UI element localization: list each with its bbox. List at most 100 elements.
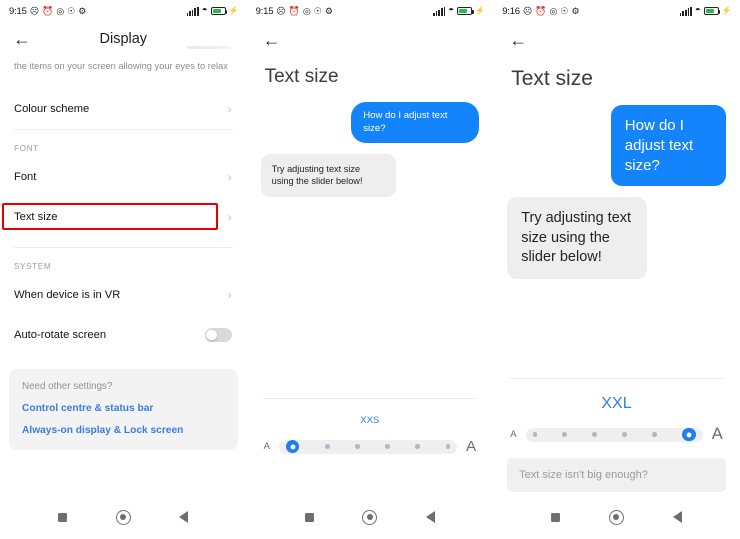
slider-step-1[interactable] [562,432,568,437]
charging-bolt-icon: ⚡ [475,6,486,15]
shield-icon: ☉ [67,5,76,16]
text-size-slider[interactable] [278,439,458,454]
display-description: the items on your screen allowing your e… [14,61,228,71]
text-size-slider-area: XXS A A [247,398,494,455]
sidebar-item-text-size[interactable]: Text size › [0,197,247,237]
sidebar-item-auto-rotate-screen[interactable]: Auto-rotate screen [0,315,247,355]
home-circle-icon[interactable] [608,509,624,525]
status-bar: 9:15 ☹ ⏰ ◎ ☉ ⚙ ◓ ⚡ [247,0,494,22]
link-control-centre-status-bar[interactable]: Control centre & status bar [22,403,225,414]
small-a-icon: A [510,429,517,440]
message-row-received: Try adjusting text size using the slider… [507,197,726,279]
message-preview: How do I adjust text size? Try adjusting… [493,105,740,279]
back-arrow-icon[interactable]: ← [509,31,529,49]
message-bubble-received: Try adjusting text size using the slider… [507,197,648,279]
slider-step-2[interactable] [592,432,597,437]
status-bar-left: 9:16 ☹ ⏰ ◎ ☉ ⚙ [502,6,579,17]
text-size-slider[interactable] [525,427,703,442]
status-bar-right: ◓ ⚡ [679,5,732,16]
headset-icon: ◎ [549,5,558,16]
slider-step-0[interactable] [532,432,538,437]
chevron-right-icon: › [227,288,232,303]
screenshot-series: 9:15 ☹ ⏰ ◎ ☉ ⚙ ◓ ⚡ ← Display the items o… [0,0,740,539]
section-header-font: FONT [14,144,39,154]
back-triangle-icon[interactable] [179,511,189,523]
auto-rotate-toggle[interactable] [204,328,232,342]
page-title: Display [99,31,148,47]
shield-icon: ☉ [313,5,322,16]
need-other-settings-card: Need other settings? Control centre & st… [9,369,238,451]
wifi-icon: ◓ [201,5,208,16]
alarm-icon: ⏰ [42,5,54,16]
charging-bolt-icon: ⚡ [228,6,239,15]
text-size-value-label: XXL [601,395,632,412]
slider-step-1[interactable] [324,444,330,449]
charging-bolt-icon: ⚡ [721,6,732,15]
gear-icon: ⚙ [324,5,333,16]
sidebar-item-colour-scheme[interactable]: Colour scheme › [0,89,247,129]
large-a-icon: A [466,438,477,455]
message-row-sent: How do I adjust text size? [261,102,480,144]
recents-square-icon[interactable] [551,512,561,522]
sidebar-item-when-device-in-vr[interactable]: When device is in VR › [0,275,247,315]
slider-step-5[interactable] [682,427,696,442]
card-question: Need other settings? [22,381,113,393]
chevron-right-icon: › [227,102,232,117]
navigation-bar [247,495,494,539]
recents-square-icon[interactable] [58,512,68,522]
panel-text-size-xxs: 9:15 ☹ ⏰ ◎ ☉ ⚙ ◓ ⚡ ← Text size How do I … [246,0,494,539]
signal-icon [433,6,446,16]
status-bar-left: 9:15 ☹ ⏰ ◎ ☉ ⚙ [256,6,333,17]
slider-step-0[interactable] [285,439,300,454]
back-arrow-icon[interactable]: ← [263,31,283,49]
back-triangle-icon[interactable] [672,511,682,523]
text-size-header: ← [493,22,740,58]
status-bar: 9:15 ☹ ⏰ ◎ ☉ ⚙ ◓ ⚡ [0,0,247,22]
gear-icon: ⚙ [78,5,87,16]
row-label: Text size [14,211,58,224]
back-arrow-icon[interactable]: ← [13,30,33,48]
slider-step-4[interactable] [415,444,420,449]
status-bar-right: ◓ ⚡ [186,5,239,16]
text-size-value-label: XXS [360,415,380,426]
slider-step-3[interactable] [385,444,390,449]
back-triangle-icon[interactable] [425,511,435,523]
message-input-field[interactable]: Text size isn't big enough? [507,458,726,492]
row-label: Auto-rotate screen [14,329,107,342]
home-circle-icon[interactable] [115,509,131,525]
cut-off-text-hint [186,46,231,49]
slider-step-3[interactable] [622,432,627,437]
message-bubble-received: Try adjusting text size using the slider… [260,154,396,197]
recents-square-icon[interactable] [304,512,314,522]
text-size-slider-area: XXL A A [493,378,740,444]
slider-step-5[interactable] [445,444,451,449]
row-label: When device is in VR [14,289,121,302]
status-time: 9:15 [9,5,27,17]
battery-icon [210,7,228,15]
chevron-right-icon: › [227,210,232,225]
settings-header: ← Display [0,22,247,56]
sidebar-item-font[interactable]: Font › [0,157,247,197]
link-always-on-display-lock-screen[interactable]: Always-on display & Lock screen [22,425,225,436]
message-row-received: Try adjusting text size using the slider… [260,154,480,197]
wifi-icon: ◓ [448,5,455,16]
gear-icon: ⚙ [571,5,580,16]
navigation-bar [493,495,740,539]
chevron-right-icon: › [227,170,232,185]
slider-step-4[interactable] [652,432,657,437]
home-circle-icon[interactable] [362,509,378,525]
slider-step-2[interactable] [355,444,360,449]
signal-icon [679,6,692,16]
row-label: Colour scheme [14,103,90,116]
divider [509,378,724,379]
signal-icon [186,6,199,16]
status-time: 9:15 [255,5,274,17]
headset-icon: ◎ [56,5,65,16]
battery-icon [703,7,721,15]
message-row-sent: How do I adjust text size? [507,105,726,187]
alarm-icon: ⏰ [535,5,547,16]
text-size-header: ← [247,22,494,58]
status-bar-left: 9:15 ☹ ⏰ ◎ ☉ ⚙ [9,6,86,17]
wifi-icon: ◓ [694,5,701,16]
